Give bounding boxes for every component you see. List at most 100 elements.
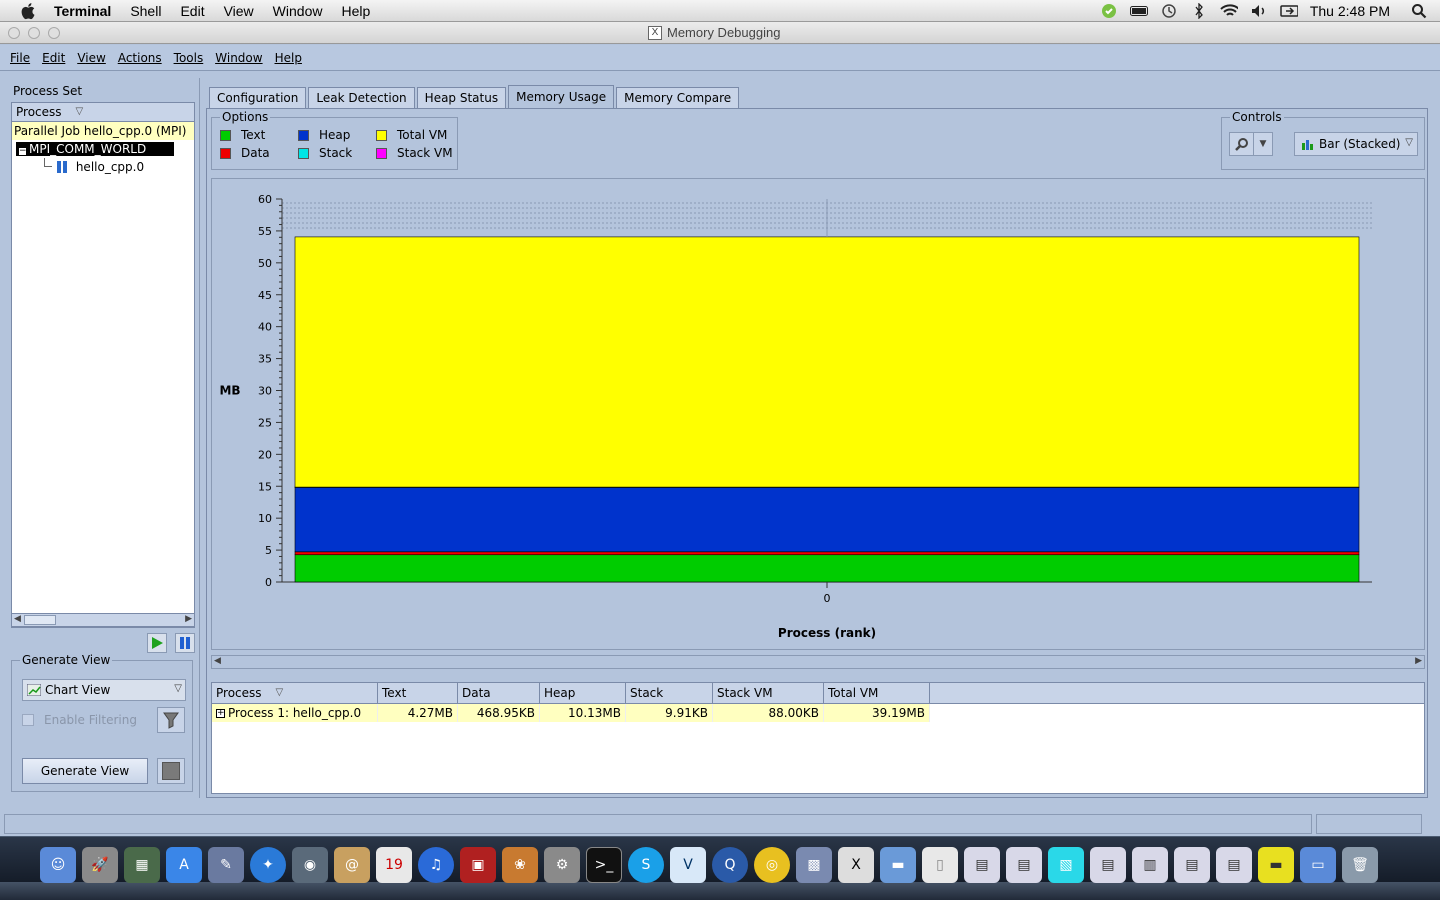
- view-type-select[interactable]: Chart View ▽: [22, 679, 186, 701]
- filter-button[interactable]: [157, 707, 185, 733]
- tab-configuration[interactable]: Configuration: [209, 87, 307, 108]
- wifi-icon[interactable]: [1220, 4, 1238, 18]
- menu-tools[interactable]: Tools: [174, 51, 204, 65]
- menu-actions[interactable]: Actions: [118, 51, 162, 65]
- tab-heap-status[interactable]: Heap Status: [416, 87, 507, 108]
- battery-status-icon[interactable]: [1129, 4, 1148, 18]
- sort-icon[interactable]: ▽: [276, 683, 284, 703]
- magnifier-icon[interactable]: [1230, 133, 1254, 155]
- apple-icon[interactable]: [20, 2, 38, 20]
- column-header-data[interactable]: Data: [458, 683, 540, 703]
- checkbox-box[interactable]: [22, 714, 34, 726]
- column-header-process[interactable]: Process ▽: [212, 683, 378, 703]
- menu-window[interactable]: Window: [215, 51, 262, 65]
- chevron-down-icon[interactable]: ▽: [174, 683, 182, 694]
- legend-item-stack-vm[interactable]: Stack VM: [376, 146, 453, 160]
- folder-icon[interactable]: ▬: [880, 847, 916, 883]
- safari-icon[interactable]: ✦: [250, 847, 286, 883]
- menu-window[interactable]: Window: [273, 3, 323, 19]
- tab-memory-usage[interactable]: Memory Usage: [508, 85, 615, 108]
- volume-icon[interactable]: [1250, 4, 1268, 18]
- table-cell-process[interactable]: + Process 1: hello_cpp.0: [212, 704, 378, 722]
- window-thumbnail-icon[interactable]: ▤: [1216, 847, 1252, 883]
- collapse-icon[interactable]: −: [18, 147, 27, 156]
- tree-horizontal-scrollbar[interactable]: ◀ ▶: [11, 613, 195, 627]
- display-mirror-icon[interactable]: [1280, 4, 1298, 18]
- launchpad-icon[interactable]: 🚀: [82, 847, 118, 883]
- tree-item-parallel-job[interactable]: Parallel Job hello_cpp.0 (MPI): [12, 122, 194, 140]
- x11-dock-icon[interactable]: X: [838, 847, 874, 883]
- menu-file[interactable]: File: [10, 51, 30, 65]
- play-button[interactable]: [147, 633, 167, 653]
- panel-splitter[interactable]: [199, 78, 203, 798]
- pause-button[interactable]: [175, 633, 195, 653]
- tab-memory-compare[interactable]: Memory Compare: [616, 87, 740, 108]
- zoom-control[interactable]: ▼: [1229, 132, 1273, 156]
- photo-booth-icon[interactable]: ▣: [460, 847, 496, 883]
- column-header-text[interactable]: Text: [378, 683, 458, 703]
- menu-help[interactable]: Help: [341, 3, 370, 19]
- finder-icon[interactable]: ☺: [40, 847, 76, 883]
- window-thumbnail-icon[interactable]: ▤: [1174, 847, 1210, 883]
- menubar-clock[interactable]: Thu 2:48 PM: [1310, 3, 1390, 19]
- window-thumbnail-icon[interactable]: ▥: [1132, 847, 1168, 883]
- window-thumbnail-icon[interactable]: ▤: [964, 847, 1000, 883]
- bluetooth-icon[interactable]: [1190, 3, 1208, 19]
- generate-view-button[interactable]: Generate View: [22, 758, 148, 784]
- calendar-icon[interactable]: 19: [376, 847, 412, 883]
- scroll-right-icon[interactable]: ▶: [1415, 656, 1422, 666]
- menu-edit[interactable]: Edit: [180, 3, 204, 19]
- chrome-icon[interactable]: ◎: [754, 847, 790, 883]
- dashboard-icon[interactable]: ▦: [124, 847, 160, 883]
- process-tree-header[interactable]: Process ▽: [12, 103, 194, 122]
- scroll-left-icon[interactable]: ◀: [214, 656, 221, 666]
- menu-help[interactable]: Help: [275, 51, 302, 65]
- chart-type-select[interactable]: Bar (Stacked) ▽: [1294, 132, 1418, 156]
- scroll-right-icon[interactable]: ▶: [185, 614, 192, 624]
- sort-icon[interactable]: ▽: [76, 103, 84, 121]
- window-thumbnail-icon[interactable]: ▭: [1300, 847, 1336, 883]
- photo-browser-icon[interactable]: ▩: [796, 847, 832, 883]
- system-preferences-icon[interactable]: ⚙: [544, 847, 580, 883]
- contacts-icon[interactable]: @: [334, 847, 370, 883]
- preview-icon[interactable]: ✎: [208, 847, 244, 883]
- facetime-icon[interactable]: ◉: [292, 847, 328, 883]
- window-thumbnail-icon[interactable]: ▤: [1006, 847, 1042, 883]
- time-machine-icon[interactable]: [1160, 4, 1178, 18]
- tree-item-mpi-comm-world[interactable]: − MPI_COMM_WORLD: [12, 140, 194, 158]
- process-tree[interactable]: Process ▽ Parallel Job hello_cpp.0 (MPI)…: [11, 102, 195, 628]
- memory-usage-table[interactable]: Process ▽ Text Data Heap Stack Stack VM T…: [211, 682, 1425, 794]
- memory-usage-chart[interactable]: 0 5 10 15 20 25 30 35 40 45 50 55 60 0 MB Process (rank…: [211, 178, 1425, 650]
- legend-item-data[interactable]: Data: [220, 146, 270, 160]
- menu-app-terminal[interactable]: Terminal: [54, 3, 111, 19]
- evernote-status-icon[interactable]: [1100, 4, 1118, 18]
- iphoto-icon[interactable]: ❀: [502, 847, 538, 883]
- trash-icon[interactable]: 🗑: [1342, 847, 1378, 883]
- column-header-total-vm[interactable]: Total VM: [824, 683, 930, 703]
- enable-filtering-checkbox[interactable]: Enable Filtering: [22, 713, 137, 727]
- legend-item-heap[interactable]: Heap: [298, 128, 350, 142]
- close-window-button[interactable]: [8, 27, 20, 39]
- document-icon[interactable]: ▯: [922, 847, 958, 883]
- legend-item-stack[interactable]: Stack: [298, 146, 352, 160]
- terminal-icon[interactable]: >_: [586, 847, 622, 883]
- zoom-window-button[interactable]: [48, 27, 60, 39]
- menu-shell[interactable]: Shell: [130, 3, 161, 19]
- app-store-icon[interactable]: A: [166, 847, 202, 883]
- expand-icon[interactable]: +: [216, 708, 225, 718]
- menu-view[interactable]: View: [77, 51, 105, 65]
- chart-horizontal-scrollbar[interactable]: ◀ ▶: [211, 655, 1425, 669]
- spotlight-search-icon[interactable]: [1410, 4, 1428, 19]
- menu-edit[interactable]: Edit: [42, 51, 65, 65]
- column-header-heap[interactable]: Heap: [540, 683, 626, 703]
- skype-icon[interactable]: S: [628, 847, 664, 883]
- chevron-down-icon[interactable]: ▼: [1254, 139, 1272, 149]
- chart-canvas[interactable]: 0 5 10 15 20 25 30 35 40 45 50 55 60 0 MB Process (rank…: [212, 179, 1424, 649]
- visit-icon[interactable]: V: [670, 847, 706, 883]
- tab-leak-detection[interactable]: Leak Detection: [308, 87, 415, 108]
- stop-button[interactable]: [157, 758, 185, 784]
- chevron-down-icon[interactable]: ▽: [1405, 137, 1413, 148]
- window-thumbnail-icon[interactable]: ▧: [1048, 847, 1084, 883]
- tree-item-process[interactable]: hello_cpp.0: [12, 158, 194, 176]
- window-thumbnail-icon[interactable]: ▤: [1090, 847, 1126, 883]
